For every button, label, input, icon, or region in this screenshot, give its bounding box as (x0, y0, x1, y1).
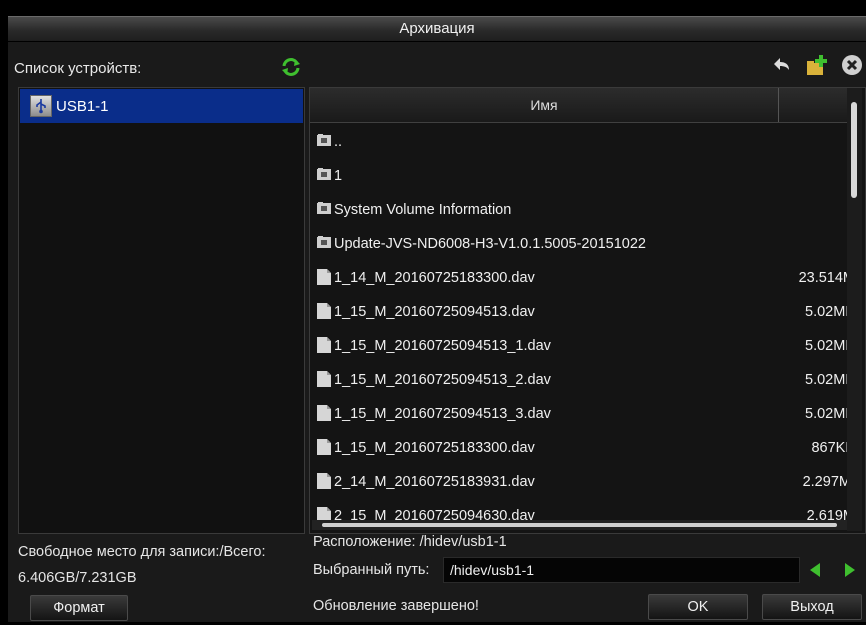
file-name: .. (334, 134, 343, 150)
file-row[interactable]: 1_15_M_20160725094513.dav 5.02ME (310, 294, 855, 328)
vertical-scroll-thumb[interactable] (851, 102, 857, 198)
folder-icon (316, 200, 332, 220)
file-icon (316, 336, 332, 358)
file-icon (316, 302, 332, 324)
usb-icon (30, 95, 52, 117)
file-row[interactable]: 2_14_M_20160725183931.dav 2.297MI (310, 464, 855, 498)
folder-icon (316, 234, 332, 254)
ok-button[interactable]: OK (648, 594, 748, 620)
location-label: Расположение: /hidev/usb1-1 (313, 534, 507, 550)
device-list-header: Список устройств: (14, 60, 142, 77)
device-item-label: USB1-1 (56, 98, 109, 115)
file-row[interactable]: 1_15_M_20160725183300.dav 867KB (310, 430, 855, 464)
horizontal-scrollbar[interactable] (312, 520, 847, 530)
file-size: 23.514M (798, 270, 855, 286)
file-icon (316, 370, 332, 392)
status-text: Обновление завершено! (313, 598, 479, 614)
file-name: 1_15_M_20160725183300.dav (334, 440, 535, 456)
device-list: USB1-1 (18, 87, 305, 534)
file-row[interactable]: 1_14_M_20160725183300.dav 23.514M (310, 260, 855, 294)
format-button[interactable]: Формат (30, 595, 128, 621)
file-size: 5.02ME (805, 372, 855, 388)
arrow-left-icon[interactable] (808, 562, 822, 578)
storage-value: 6.406GB/7.231GB (18, 570, 137, 586)
file-size: 5.02ME (805, 406, 855, 422)
file-size: 2.297MI (802, 474, 855, 490)
exit-button[interactable]: Выход (762, 594, 862, 620)
folder-icon (316, 166, 332, 186)
arrow-right-icon[interactable] (843, 562, 857, 578)
column-name-label: Имя (530, 97, 558, 113)
folder-row[interactable]: Update-JVS-ND6008-H3-V1.0.1.5005-2015102… (310, 226, 855, 260)
file-icon (316, 438, 332, 460)
selected-path-label: Выбранный путь: (313, 562, 430, 578)
folder-row[interactable]: System Volume Information (310, 192, 855, 226)
file-name: 1_15_M_20160725094513_1.dav (334, 338, 551, 354)
folder-row[interactable]: .. (310, 124, 855, 158)
column-header[interactable]: Имя (310, 88, 855, 123)
file-size: 5.02ME (805, 304, 855, 320)
storage-label: Свободное место для записи:/Всего: (18, 544, 266, 560)
device-item-usb1-1[interactable]: USB1-1 (20, 89, 303, 123)
file-size: 5.02ME (805, 338, 855, 354)
file-row[interactable]: 1_15_M_20160725094513_2.dav 5.02ME (310, 362, 855, 396)
file-size: 867KB (811, 440, 855, 456)
folder-add-icon[interactable] (805, 54, 829, 78)
file-name: 2_14_M_20160725183931.dav (334, 474, 535, 490)
folder-icon (316, 132, 332, 152)
selected-path-value: /hidev/usb1-1 (450, 562, 535, 578)
refresh-icon[interactable] (280, 56, 302, 78)
file-name: 1_15_M_20160725094513_2.dav (334, 372, 551, 388)
column-separator (778, 88, 779, 122)
file-name: Update-JVS-ND6008-H3-V1.0.1.5005-2015102… (334, 236, 646, 252)
window-title: Архивация (8, 16, 866, 41)
file-name: 1_14_M_20160725183300.dav (334, 270, 535, 286)
close-icon[interactable] (841, 54, 863, 76)
back-icon[interactable] (772, 54, 794, 76)
file-table: Имя .. 1 System Volume Information Update-J… (309, 87, 866, 534)
file-name: 1_15_M_20160725094513.dav (334, 304, 535, 320)
file-icon (316, 472, 332, 494)
file-name: System Volume Information (334, 202, 512, 218)
file-icon (316, 404, 332, 426)
file-name: 1 (334, 168, 343, 184)
file-row[interactable]: 1_15_M_20160725094513_3.dav 5.02ME (310, 396, 855, 430)
selected-path-field[interactable]: /hidev/usb1-1 (443, 557, 800, 583)
file-icon (316, 268, 332, 290)
file-name: 1_15_M_20160725094513_3.dav (334, 406, 551, 422)
vertical-scrollbar[interactable] (847, 88, 862, 531)
horizontal-scroll-thumb[interactable] (322, 523, 837, 527)
file-row[interactable]: 1_15_M_20160725094513_1.dav 5.02ME (310, 328, 855, 362)
folder-row[interactable]: 1 (310, 158, 855, 192)
